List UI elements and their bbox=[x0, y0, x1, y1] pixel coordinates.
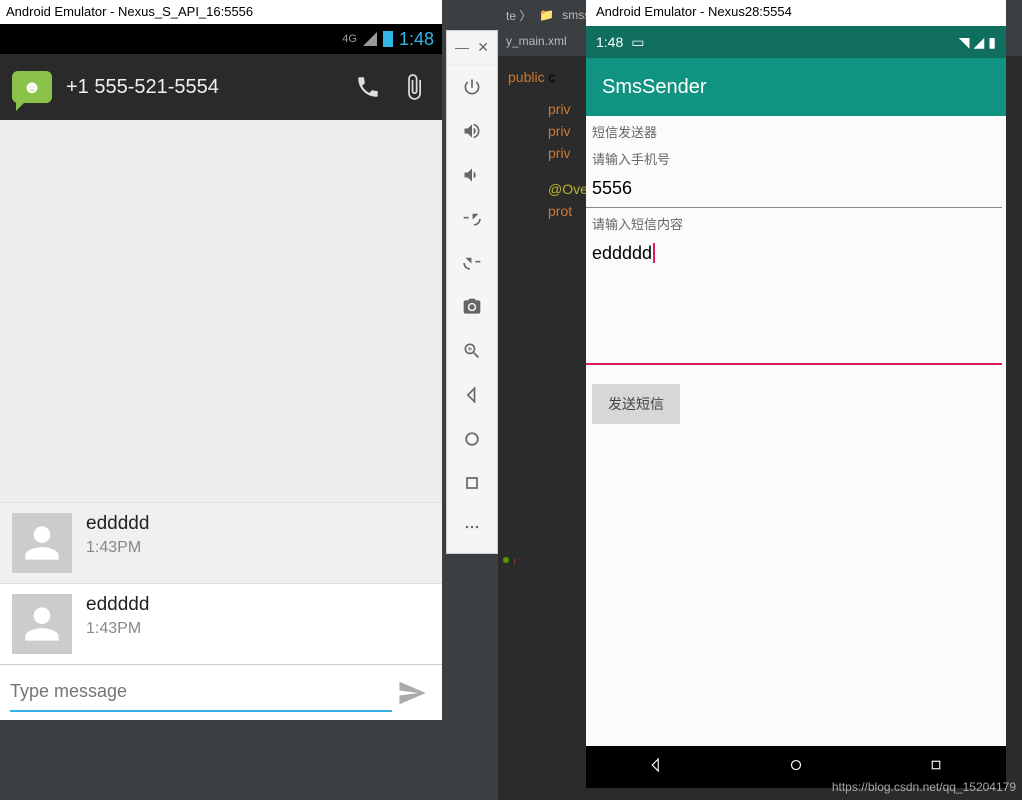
nav-back-button[interactable] bbox=[647, 756, 665, 779]
code-token: public bbox=[508, 69, 545, 85]
message-thread[interactable]: eddddd 1:43PM eddddd 1:43PM bbox=[0, 120, 442, 720]
contact-number[interactable]: +1 555-521-5554 bbox=[66, 76, 338, 99]
message-item[interactable]: eddddd 1:43PM bbox=[0, 583, 442, 664]
volume-down-button[interactable] bbox=[447, 153, 497, 197]
message-input[interactable] bbox=[10, 673, 392, 712]
zoom-button[interactable] bbox=[447, 329, 497, 373]
folder-icon: 📁 bbox=[539, 8, 554, 22]
code-token: prot bbox=[548, 203, 572, 219]
notification-icon: ▭ bbox=[631, 34, 644, 51]
emulator-nexus-28: Android Emulator - Nexus28:5554 1:48 ▭ ◥… bbox=[586, 0, 1006, 788]
app-toolbar: SmsSender bbox=[586, 58, 1006, 116]
contact-avatar[interactable] bbox=[12, 513, 72, 573]
emulator-nexus-s: Android Emulator - Nexus_S_API_16:5556 4… bbox=[0, 0, 442, 720]
watermark: https://blog.csdn.net/qq_15204179 bbox=[832, 780, 1016, 794]
rotate-right-button[interactable] bbox=[447, 241, 497, 285]
emulator2-window-title: Android Emulator - Nexus28:5554 bbox=[586, 0, 1006, 26]
call-button[interactable] bbox=[352, 71, 384, 103]
messaging-app-icon[interactable]: ☻ bbox=[12, 71, 52, 103]
phone-input[interactable] bbox=[586, 170, 1002, 208]
content-label: 请输入短信内容 bbox=[586, 208, 1006, 235]
messaging-header: ☻ +1 555-521-5554 bbox=[0, 54, 442, 120]
app-description: 短信发送器 bbox=[586, 116, 1006, 143]
power-button[interactable] bbox=[447, 65, 497, 109]
statusbar-clock-2: 1:48 bbox=[596, 34, 623, 50]
close-button[interactable]: ✕ bbox=[477, 39, 489, 56]
gutter-arrow-icon: ↑ bbox=[512, 556, 518, 568]
android-statusbar: 4G 1:48 bbox=[0, 24, 442, 54]
message-item[interactable]: eddddd 1:43PM bbox=[0, 502, 442, 583]
message-text: eddddd bbox=[86, 594, 430, 616]
statusbar-clock: 1:48 bbox=[399, 29, 434, 50]
attach-button[interactable] bbox=[398, 71, 430, 103]
nav-home-button[interactable] bbox=[787, 756, 805, 779]
wifi-icon: ◥ bbox=[959, 34, 970, 51]
breakpoint-marker[interactable] bbox=[502, 556, 510, 564]
message-content-input[interactable] bbox=[586, 235, 1002, 365]
nav-overview-button[interactable] bbox=[927, 756, 945, 779]
emulator1-window-title: Android Emulator - Nexus_S_API_16:5556 bbox=[0, 0, 442, 24]
network-indicator: 4G bbox=[342, 33, 357, 45]
overview-button[interactable] bbox=[447, 461, 497, 505]
signal-icon bbox=[363, 32, 377, 46]
screenshot-button[interactable] bbox=[447, 285, 497, 329]
phone-label: 请输入手机号 bbox=[586, 143, 1006, 170]
send-button[interactable] bbox=[392, 673, 432, 713]
compose-bar bbox=[0, 664, 442, 720]
breadcrumb-item[interactable]: te 〉 bbox=[506, 7, 531, 24]
app-title: SmsSender bbox=[602, 76, 707, 99]
code-token: priv bbox=[548, 145, 571, 161]
home-button[interactable] bbox=[447, 417, 497, 461]
signal-icon-2: ◢ bbox=[974, 34, 985, 51]
minimize-button[interactable]: — bbox=[455, 39, 469, 56]
message-timestamp: 1:43PM bbox=[86, 620, 430, 638]
contact-avatar[interactable] bbox=[12, 594, 72, 654]
rotate-left-button[interactable] bbox=[447, 197, 497, 241]
battery-icon-2: ▮ bbox=[988, 34, 996, 51]
app-content: 短信发送器 请输入手机号 请输入短信内容 eddddd 发送短信 bbox=[586, 116, 1006, 746]
code-token: priv bbox=[548, 101, 571, 117]
send-sms-button[interactable]: 发送短信 bbox=[592, 384, 680, 424]
battery-icon bbox=[383, 31, 393, 47]
emulator-toolbar: — ✕ bbox=[446, 30, 498, 554]
back-button[interactable] bbox=[447, 373, 497, 417]
code-annotation: @Ove bbox=[548, 181, 588, 197]
message-text: eddddd bbox=[86, 513, 430, 535]
volume-up-button[interactable] bbox=[447, 109, 497, 153]
more-button[interactable] bbox=[447, 505, 497, 549]
code-token: priv bbox=[548, 123, 571, 139]
android-statusbar-2: 1:48 ▭ ◥ ◢ ▮ bbox=[586, 26, 1006, 58]
message-timestamp: 1:43PM bbox=[86, 539, 430, 557]
